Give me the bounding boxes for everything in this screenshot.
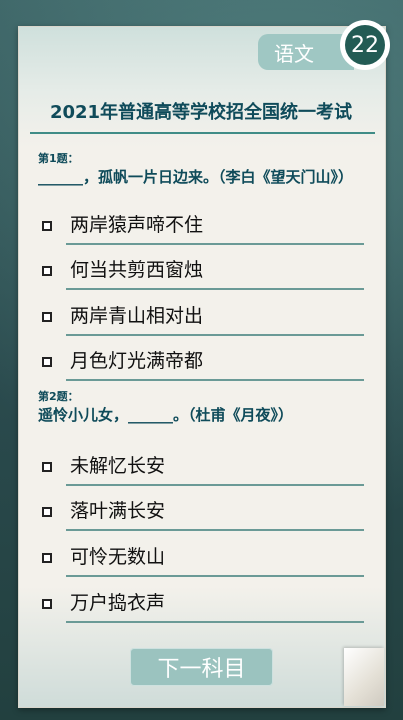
checkbox-icon[interactable] — [42, 507, 52, 517]
question-1-option-3[interactable]: 两岸青山相对出 — [42, 303, 366, 337]
question-1-option-1[interactable]: 两岸猿声啼不住 — [42, 212, 366, 246]
question-2-option-4[interactable]: 万户捣衣声 — [42, 590, 366, 624]
question-2-text: 遥怜小儿女，______。（杜甫《月夜》） — [38, 406, 294, 424]
checkbox-icon[interactable] — [42, 462, 52, 472]
question-2-label: 第2题： — [38, 390, 79, 403]
option-text: 月色灯光满帝都 — [70, 350, 204, 372]
answer-line — [66, 334, 364, 336]
question-1-option-2[interactable]: 何当共剪西窗烛 — [42, 257, 366, 291]
answer-line — [66, 379, 364, 381]
answer-line — [66, 288, 364, 290]
checkbox-icon[interactable] — [42, 312, 52, 322]
question-1-option-4[interactable]: 月色灯光满帝都 — [42, 348, 366, 382]
answer-line — [66, 484, 364, 486]
question-1-label: 第1题： — [38, 152, 79, 165]
page-curl — [344, 648, 384, 706]
option-text: 未解忆长安 — [70, 455, 166, 477]
option-text: 可怜无数山 — [70, 546, 166, 568]
timer-value: 22 — [345, 25, 385, 65]
subject-label: 语文 — [274, 41, 314, 66]
answer-line — [66, 529, 364, 531]
question-2-option-2[interactable]: 落叶满长安 — [42, 498, 366, 532]
option-text: 落叶满长安 — [70, 500, 166, 522]
exam-title: 2021年普通高等学校招全国统一考试 — [49, 102, 353, 123]
option-text: 两岸猿声啼不住 — [70, 214, 204, 236]
next-subject-button[interactable]: 下一科目 — [130, 648, 273, 686]
checkbox-icon[interactable] — [42, 553, 52, 563]
title-divider — [30, 132, 375, 134]
question-2-option-3[interactable]: 可怜无数山 — [42, 544, 366, 578]
question-1-text: ______，孤帆一片日边来。（李白《望天门山》） — [38, 168, 354, 186]
checkbox-icon[interactable] — [42, 221, 52, 231]
option-text: 万户捣衣声 — [70, 592, 166, 614]
answer-line — [66, 621, 364, 623]
question-2-option-1[interactable]: 未解忆长安 — [42, 453, 366, 487]
checkbox-icon[interactable] — [42, 357, 52, 367]
checkbox-icon[interactable] — [42, 266, 52, 276]
answer-line — [66, 575, 364, 577]
checkbox-icon[interactable] — [42, 599, 52, 609]
countdown-timer: 22 — [340, 20, 390, 70]
option-text: 何当共剪西窗烛 — [70, 259, 204, 281]
option-text: 两岸青山相对出 — [70, 305, 204, 327]
answer-line — [66, 243, 364, 245]
